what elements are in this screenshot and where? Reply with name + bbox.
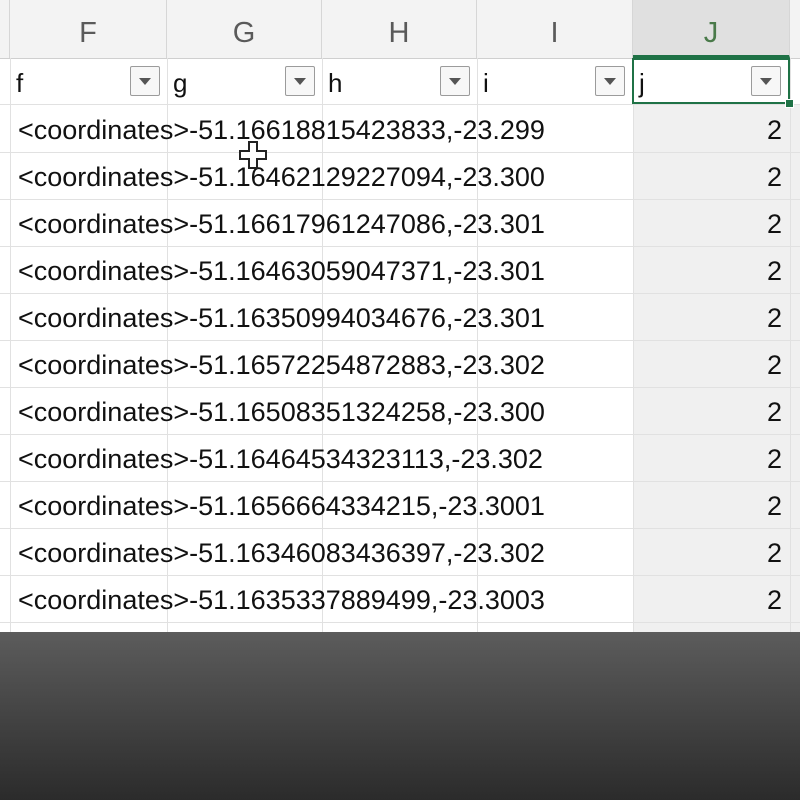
column-header-j[interactable]: J — [633, 0, 790, 58]
column-header-partial[interactable] — [0, 0, 10, 58]
column-header-f[interactable]: F — [10, 0, 167, 58]
table-row: <coordinates>-51.16508351324258,-23.300 … — [0, 387, 800, 434]
table-row: <coordinates>-51.16572254872883,-23.302 … — [0, 340, 800, 387]
dropdown-arrow-icon[interactable] — [130, 66, 160, 96]
value-cell[interactable]: 2 — [636, 481, 782, 528]
value-cell[interactable]: 2 — [636, 434, 782, 481]
value-cell[interactable]: 2 — [636, 199, 782, 246]
coordinates-cell[interactable]: <coordinates>-51.16346083436397,-23.302 — [18, 528, 633, 575]
table-row: <coordinates>-51.16618815423833,-23.299 … — [0, 105, 800, 152]
table-row: <coordinates>-51.1656664334215,-23.3001 … — [0, 481, 800, 528]
table-row: <coordinates>-51.16617961247086,-23.301 … — [0, 199, 800, 246]
value-cell[interactable]: 2 — [636, 340, 782, 387]
table-row: <coordinates>-51.16462129227094,-23.300 … — [0, 152, 800, 199]
table-row: <coordinates>-51.16346083436397,-23.302 … — [0, 528, 800, 575]
value-cell[interactable]: 2 — [636, 152, 782, 199]
dropdown-arrow-icon[interactable] — [440, 66, 470, 96]
filter-label-h: h — [328, 68, 343, 98]
coordinates-cell[interactable]: <coordinates>-51.16464534323113,-23.302 — [18, 434, 633, 481]
filter-label-g: g — [173, 68, 188, 98]
table-row: <coordinates>-51.16350994034676,-23.301 … — [0, 293, 800, 340]
fill-handle[interactable] — [785, 99, 794, 108]
coordinates-cell[interactable]: <coordinates>-51.16508351324258,-23.300 — [18, 387, 633, 434]
value-cell[interactable]: 2 — [636, 105, 782, 152]
coordinates-cell[interactable]: <coordinates>-51.16462129227094,-23.300 — [18, 152, 633, 199]
column-header-g[interactable]: G — [167, 0, 322, 58]
lower-dark-panel — [0, 632, 800, 800]
dropdown-arrow-icon[interactable] — [285, 66, 315, 96]
cell-select-cursor-icon — [239, 141, 267, 169]
filter-cell-i[interactable]: i — [477, 58, 633, 104]
filter-cell-f[interactable]: f — [10, 58, 167, 104]
value-cell[interactable]: 2 — [636, 387, 782, 434]
coordinates-cell[interactable]: <coordinates>-51.16572254872883,-23.302 — [18, 340, 633, 387]
coordinates-cell[interactable]: <coordinates>-51.16350994034676,-23.301 — [18, 293, 633, 340]
column-header-i[interactable]: I — [477, 0, 633, 58]
active-cell-selection — [632, 58, 790, 104]
filter-cell-g[interactable]: g — [167, 58, 322, 104]
table-row: <coordinates>-51.1635337889499,-23.3003 … — [0, 575, 800, 622]
coordinates-cell[interactable]: <coordinates>-51.16617961247086,-23.301 — [18, 199, 633, 246]
value-cell[interactable]: 2 — [636, 575, 782, 622]
value-cell[interactable]: 2 — [636, 528, 782, 575]
value-cell[interactable]: 2 — [636, 246, 782, 293]
spreadsheet-grid: F G H I J f g h i j <coordinates>-51.166… — [0, 0, 800, 632]
coordinates-cell[interactable]: <coordinates>-51.16463059047371,-23.301 — [18, 246, 633, 293]
column-header-row: F G H I J — [0, 0, 800, 59]
table-row: <coordinates>-51.16464534323113,-23.302 … — [0, 434, 800, 481]
filter-cell-h[interactable]: h — [322, 58, 477, 104]
value-cell[interactable]: 2 — [636, 293, 782, 340]
filter-label-f: f — [16, 68, 24, 98]
table-row: <coordinates>-51.16463059047371,-23.301 … — [0, 246, 800, 293]
coordinates-cell[interactable]: <coordinates>-51.1635337889499,-23.3003 — [18, 575, 633, 622]
filter-label-i: i — [483, 68, 489, 98]
coordinates-cell[interactable]: <coordinates>-51.1656664334215,-23.3001 — [18, 481, 633, 528]
dropdown-arrow-icon[interactable] — [595, 66, 625, 96]
column-header-h[interactable]: H — [322, 0, 477, 58]
coordinates-cell[interactable]: <coordinates>-51.16618815423833,-23.299 — [18, 105, 633, 152]
